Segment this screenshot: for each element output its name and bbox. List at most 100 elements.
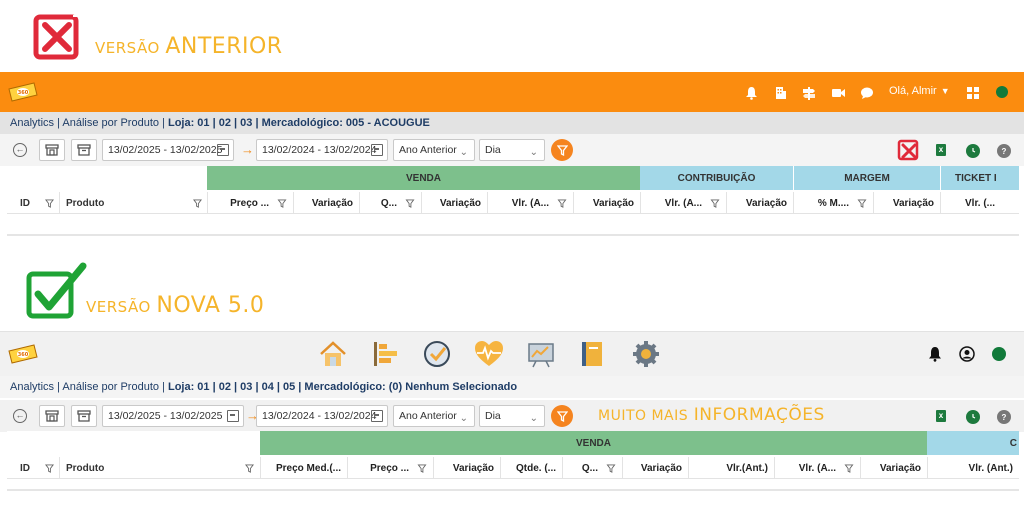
funnel-icon[interactable] xyxy=(606,463,616,473)
funnel-icon[interactable] xyxy=(710,198,720,208)
back-circle-icon[interactable]: ← xyxy=(13,143,27,157)
col-vlr-a[interactable]: Vlr. (A... xyxy=(774,457,860,479)
help-icon[interactable]: ? xyxy=(997,410,1011,424)
chat-icon[interactable] xyxy=(858,84,876,102)
excel-export-icon[interactable]: x xyxy=(936,144,946,156)
col-variacao[interactable]: Variação xyxy=(726,192,793,214)
help-icon[interactable]: ? xyxy=(997,144,1011,158)
col-vlr-ant[interactable]: Vlr. (A... xyxy=(487,192,573,214)
bell-icon[interactable] xyxy=(742,84,760,102)
store-button[interactable] xyxy=(39,139,65,161)
funnel-icon[interactable] xyxy=(193,199,202,208)
funnel-icon[interactable] xyxy=(417,463,427,473)
notebook-icon[interactable] xyxy=(579,339,607,369)
col-vlr-ant[interactable]: Vlr.(Ant.) xyxy=(688,457,774,479)
new-breadcrumb: Analytics | Análise por Produto | Loja: … xyxy=(0,376,1024,398)
chevron-down-icon: ⌄ xyxy=(459,147,468,158)
period-select[interactable]: Dia ⌄ xyxy=(479,139,545,161)
store-icon xyxy=(45,144,59,156)
group-header-next: C xyxy=(927,431,1019,455)
funnel-icon xyxy=(556,144,568,156)
promo-label: MUITO MAIS INFORMAÇÕES xyxy=(598,405,825,425)
col-qtde[interactable]: Q... xyxy=(359,192,421,214)
apps-grid-icon[interactable] xyxy=(964,84,982,102)
new-table: VENDA C ID Produto Preço Med.(... Preço … xyxy=(7,431,1019,491)
col-contrib-vlr[interactable]: Vlr. (A... xyxy=(640,192,726,214)
app-logo[interactable]: 360 xyxy=(8,343,38,365)
home-icon[interactable] xyxy=(318,339,348,369)
col-produto[interactable]: Produto xyxy=(66,192,104,214)
old-breadcrumb: Analytics | Análise por Produto | Loja: … xyxy=(0,112,1024,134)
archive-icon xyxy=(77,144,91,156)
status-online-dot xyxy=(992,347,1006,361)
archive-button[interactable] xyxy=(71,405,97,427)
col-produto[interactable]: Produto xyxy=(66,457,104,479)
col-id[interactable]: ID xyxy=(20,192,30,214)
period-select[interactable]: Dia ⌄ xyxy=(479,405,545,427)
col-contrib-vlr-ant[interactable]: Vlr. (Ant.) xyxy=(927,457,1019,479)
archive-button[interactable] xyxy=(71,139,97,161)
gear-icon[interactable] xyxy=(631,339,661,369)
clock-icon[interactable] xyxy=(966,410,980,424)
user-account-icon[interactable] xyxy=(958,345,976,363)
date-range-current[interactable]: 13/02/2025 - 13/02/2025 xyxy=(102,139,234,161)
funnel-icon[interactable] xyxy=(277,198,287,208)
col-preco[interactable]: Preço ... xyxy=(347,457,433,479)
filter-button[interactable] xyxy=(551,405,573,427)
col-qtde[interactable]: Q... xyxy=(562,457,622,479)
bell-icon[interactable] xyxy=(926,345,944,363)
funnel-icon[interactable] xyxy=(245,464,254,473)
excel-export-icon[interactable]: x xyxy=(936,410,946,422)
red-x-mark-icon xyxy=(897,139,919,161)
date-range-compare[interactable]: 13/02/2024 - 13/02/2024 xyxy=(256,139,388,161)
funnel-icon[interactable] xyxy=(45,199,54,208)
calendar-icon xyxy=(371,144,383,156)
compare-select[interactable]: Ano Anterior ⌄ xyxy=(393,139,475,161)
col-variacao[interactable]: Variação xyxy=(433,457,500,479)
group-header-ticket: TICKET I xyxy=(940,166,1019,190)
col-variacao[interactable]: Variação xyxy=(860,457,927,479)
funnel-icon[interactable] xyxy=(844,463,854,473)
building-icon[interactable] xyxy=(771,84,789,102)
col-ticket-vlr[interactable]: Vlr. (... xyxy=(940,192,1019,214)
col-preco[interactable]: Preço ... xyxy=(207,192,293,214)
back-circle-icon[interactable]: ← xyxy=(13,409,27,423)
old-top-bar: 360 Olá, Almir ▼ xyxy=(0,72,1024,112)
chevron-down-icon: ⌄ xyxy=(529,413,538,424)
col-qtde-ant[interactable]: Qtde. (... xyxy=(500,457,562,479)
signpost-icon[interactable] xyxy=(800,84,818,102)
col-id[interactable]: ID xyxy=(20,457,30,479)
funnel-icon[interactable] xyxy=(557,198,567,208)
timeline-icon[interactable] xyxy=(371,339,401,369)
group-header-contribuicao: CONTRIBUIÇÃO xyxy=(640,166,793,190)
user-menu[interactable]: Olá, Almir ▼ xyxy=(889,85,950,97)
col-variacao[interactable]: Variação xyxy=(873,192,940,214)
store-icon xyxy=(45,410,59,422)
col-variacao[interactable]: Variação xyxy=(622,457,688,479)
clock-icon[interactable] xyxy=(966,144,980,158)
col-preco-med[interactable]: Preço Med.(... xyxy=(260,457,347,479)
chevron-down-icon: ⌄ xyxy=(459,413,468,424)
chevron-down-icon: ⌄ xyxy=(529,147,538,158)
col-variacao[interactable]: Variação xyxy=(293,192,359,214)
date-range-compare[interactable]: 13/02/2024 - 13/02/2024 xyxy=(256,405,388,427)
col-variacao[interactable]: Variação xyxy=(573,192,640,214)
video-camera-icon[interactable] xyxy=(829,84,847,102)
calendar-icon xyxy=(227,410,239,422)
clock-check-icon[interactable] xyxy=(421,338,453,370)
filter-button[interactable] xyxy=(551,139,573,161)
compare-select[interactable]: Ano Anterior ⌄ xyxy=(393,405,475,427)
old-version-label: VERSÃO ANTERIOR xyxy=(95,34,283,59)
col-variacao[interactable]: Variação xyxy=(421,192,487,214)
funnel-icon[interactable] xyxy=(45,464,54,473)
presentation-chart-icon[interactable] xyxy=(526,339,556,369)
chevron-down-icon: ▼ xyxy=(940,86,950,96)
app-logo[interactable]: 360 xyxy=(8,81,38,103)
funnel-icon[interactable] xyxy=(405,198,415,208)
date-range-current[interactable]: 13/02/2025 - 13/02/2025 xyxy=(102,405,244,427)
store-button[interactable] xyxy=(39,405,65,427)
heart-pulse-icon[interactable] xyxy=(473,339,505,369)
calendar-icon xyxy=(371,410,383,422)
col-margem-pct[interactable]: % M.... xyxy=(793,192,873,214)
funnel-icon[interactable] xyxy=(857,198,867,208)
